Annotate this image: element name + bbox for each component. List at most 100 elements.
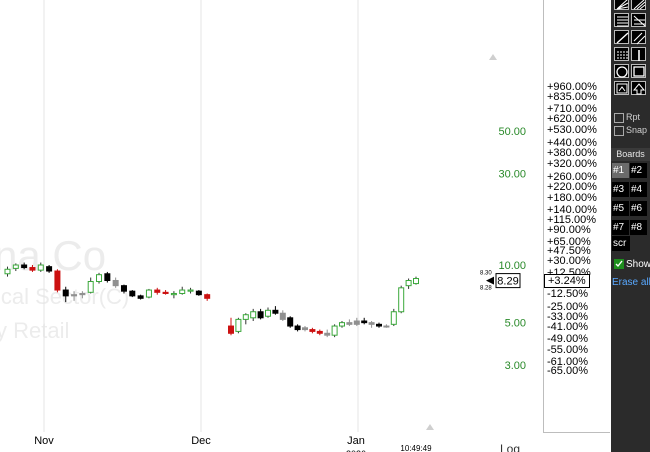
candle-body [179, 289, 186, 294]
snapshot-button[interactable] [614, 81, 629, 95]
price-tick-label: 5.00 [505, 318, 526, 330]
repeat-label: Rpt [626, 112, 641, 122]
candle-body [309, 329, 316, 332]
board-button-6[interactable]: #6 [630, 201, 647, 216]
bid-label: 8.30 [480, 271, 492, 277]
candle-body [87, 281, 94, 293]
horizontal-lines-button[interactable] [614, 13, 629, 27]
snap-toggle[interactable]: Snap [614, 125, 647, 136]
price-tick-label: 10.00 [498, 260, 526, 272]
candle-body [390, 311, 397, 325]
candle-body [96, 274, 103, 283]
show-label: Show [626, 259, 650, 270]
scale-mode-label: Log [500, 442, 520, 452]
candle-body [242, 314, 249, 320]
candle-body [405, 279, 412, 287]
candle-body [279, 312, 286, 320]
board-button-5[interactable]: #5 [612, 201, 629, 216]
fan-tool-icon [616, 0, 629, 10]
dashed-lines-icon [617, 51, 628, 59]
chart-area[interactable]: na Co ical Sector(C) y Retail 50.00 30.00… [0, 0, 545, 452]
candle-body [228, 325, 234, 334]
candle-body [413, 278, 419, 285]
x-axis-label: Dec [191, 435, 211, 447]
candle-body [54, 270, 61, 291]
rectangle-button[interactable] [631, 64, 646, 78]
repeat-toggle[interactable]: Rpt [614, 112, 640, 123]
percent-tick-label: -41.00% [547, 321, 588, 334]
candle-body [145, 289, 152, 298]
board-button-1[interactable]: #1 [612, 163, 629, 178]
board-button-4[interactable]: #4 [630, 182, 647, 197]
candle-body [346, 322, 353, 325]
candle-body [46, 266, 53, 272]
candle-body [294, 325, 301, 331]
candle-body [104, 273, 111, 281]
candle-body [79, 292, 86, 296]
scroll-down-icon [426, 424, 434, 430]
percent-change-axis[interactable]: +960.00% +835.00% +710.00% +620.00% +530.00%… [543, 0, 610, 433]
candle-body [137, 295, 144, 299]
grid-lines-icon [633, 15, 646, 27]
price-tick-label: 30.00 [498, 169, 526, 181]
percent-tick-label: +30.00% [547, 255, 591, 268]
screen-button[interactable]: scr [612, 236, 630, 251]
percent-tick-label: +530.00% [547, 124, 597, 137]
parallel-lines-button[interactable] [631, 30, 646, 45]
fan-tool-alt-button[interactable] [631, 0, 646, 10]
erase-all-link[interactable]: Erase all [612, 277, 650, 288]
candle-body [302, 327, 308, 331]
percent-tick-label: -12.50% [547, 288, 588, 301]
repeat-checkbox[interactable] [614, 112, 624, 123]
candle-body [257, 311, 264, 319]
price-chart[interactable]: 50.00 30.00 10.00 5.00 3.00 Nov Dec Jan 10:49:49… [0, 0, 545, 452]
x-axis-label: Nov [34, 435, 54, 447]
board-button-8[interactable]: #8 [630, 220, 647, 235]
board-button-2[interactable]: #2 [630, 163, 647, 178]
dashed-lines-button[interactable] [614, 47, 629, 61]
candle-body [316, 330, 323, 334]
candle-body [368, 322, 375, 325]
board-button-3[interactable]: #3 [612, 182, 629, 197]
fan-tool-alt-icon [633, 0, 646, 10]
snap-checkbox[interactable] [614, 125, 624, 136]
circle-button[interactable] [614, 64, 629, 78]
scroll-up-icon [489, 54, 497, 60]
candle-body [162, 291, 169, 294]
candle-body [287, 317, 294, 327]
circle-icon [616, 66, 628, 78]
board-button-7[interactable]: #7 [612, 220, 629, 235]
candle-body [195, 290, 202, 296]
candle-body [112, 279, 119, 287]
percent-tick-label: +180.00% [547, 191, 597, 204]
candle-body [331, 325, 338, 336]
up-arrow-button[interactable] [631, 81, 646, 95]
current-price-label: 8.29 [497, 276, 518, 288]
candle-body [250, 311, 257, 319]
grid-lines-button[interactable] [631, 13, 646, 27]
percent-tick-label: +320.00% [547, 157, 597, 170]
candle-body [120, 285, 127, 292]
candle-body [37, 264, 44, 271]
percent-tick-label: -55.00% [547, 343, 588, 356]
candle-body [62, 289, 69, 297]
up-arrow-icon [632, 83, 646, 95]
candle-body [21, 264, 28, 269]
vertical-line-button[interactable] [631, 47, 646, 61]
rectangle-icon [633, 66, 645, 77]
x-axis-label: Jan [347, 435, 365, 447]
show-checkbox[interactable] [614, 259, 624, 270]
show-toggle[interactable]: Show [614, 259, 650, 270]
horizontal-lines-icon [617, 16, 628, 27]
candle-body [71, 294, 78, 297]
candle-body [4, 268, 11, 275]
fan-tool-button[interactable] [614, 0, 629, 10]
candle-body [361, 320, 368, 324]
candle-body [376, 323, 382, 327]
price-tick-label: 3.00 [505, 360, 526, 372]
percent-tick-label: -65.00% [547, 364, 588, 377]
diagonal-line-button[interactable] [614, 30, 629, 44]
change-percent-box: +3.24% [544, 273, 590, 288]
candle-body [154, 289, 161, 293]
drawing-toolbar: Rpt Snap Boards #1 #2 #3 #4 #5 #6 #7 #8 scr Sho… [611, 0, 650, 452]
